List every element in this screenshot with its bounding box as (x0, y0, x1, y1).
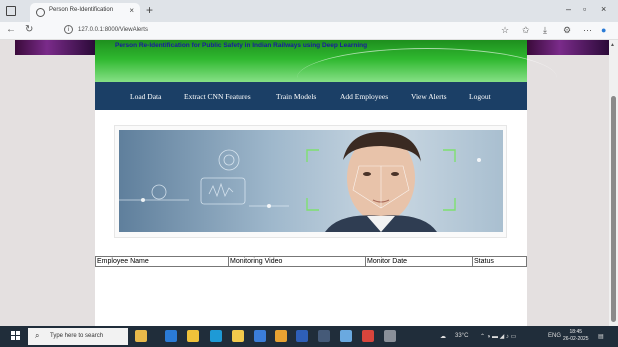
banner-frame (114, 125, 507, 238)
close-window-button[interactable]: × (601, 4, 606, 14)
weather-icon[interactable]: ☁ (440, 333, 446, 340)
back-icon[interactable]: ← (6, 24, 16, 35)
globe-icon (36, 8, 45, 17)
task-view-icon[interactable] (165, 330, 177, 342)
tray-icons[interactable]: ⌃ ◑ ▬ ◢ ♪ ▭ (480, 333, 516, 340)
table-header-row: Employee Name Monitoring Video Monitor D… (95, 256, 527, 267)
address-bar-row: ← ↻ i 127.0.0.1:8000/ViewAlerts ☆ ✩ ⤓ ⚙ … (0, 22, 618, 40)
info-icon[interactable]: i (64, 25, 73, 34)
cmd-icon[interactable] (384, 330, 396, 342)
main-container: Person Re-Identification for Public Safe… (95, 40, 557, 326)
store-icon[interactable] (254, 330, 266, 342)
tab-title: Person Re-Identification (49, 7, 114, 13)
folder-icon[interactable] (232, 330, 244, 342)
more-icon[interactable]: ⋯ (583, 25, 592, 36)
favorite-icon[interactable]: ☆ (501, 25, 509, 36)
app-icon[interactable] (362, 330, 374, 342)
url-field[interactable]: 127.0.0.1:8000/ViewAlerts (78, 27, 148, 33)
browser-tab-bar: Person Re-Identification × + – ▫ × (0, 0, 618, 22)
nav-view-alerts[interactable]: View Alerts (411, 92, 447, 101)
col-status: Status (472, 256, 527, 267)
site-title: Person Re-Identification for Public Safe… (115, 42, 368, 49)
minimize-button[interactable]: – (566, 4, 571, 14)
collections-icon[interactable]: ✩ (522, 25, 530, 36)
tab-actions-icon[interactable] (6, 6, 16, 16)
col-employee-name: Employee Name (95, 256, 229, 267)
terminal-icon[interactable] (318, 330, 330, 342)
nav-add-employees[interactable]: Add Employees (340, 92, 388, 101)
alerts-table: Employee Name Monitoring Video Monitor D… (95, 256, 527, 267)
clock[interactable]: 18:45 26-02-2025 (563, 329, 589, 343)
edge-icon[interactable]: ● (601, 25, 606, 35)
word-icon[interactable] (296, 330, 308, 342)
extensions-icon[interactable]: ⚙ (563, 25, 571, 36)
taskbar: ⌕ Type here to search ☁ 33°C ⌃ ◑ ▬ ◢ ♪ ▭… (0, 326, 618, 347)
clock-date: 26-02-2025 (563, 336, 589, 342)
screen: Person Re-Identification × + – ▫ × ← ↻ i… (0, 0, 618, 347)
cortana-app-icon[interactable] (135, 330, 147, 342)
nav-extract-cnn-features[interactable]: Extract CNN Features (184, 92, 251, 101)
taskbar-search[interactable]: ⌕ Type here to search (28, 328, 128, 345)
new-tab-button[interactable]: + (146, 3, 153, 17)
language-indicator[interactable]: ENG (548, 333, 561, 339)
col-monitoring-video: Monitoring Video (228, 256, 366, 267)
close-tab-icon[interactable]: × (129, 6, 134, 15)
search-placeholder: Type here to search (50, 333, 104, 339)
site-header: Person Re-Identification for Public Safe… (95, 40, 557, 82)
col-monitor-date: Monitor Date (365, 256, 473, 267)
downloads-icon[interactable]: ⤓ (543, 25, 547, 36)
face-recognition-banner (119, 130, 503, 232)
right-decoration (527, 40, 609, 55)
notifications-icon[interactable]: ▤ (598, 333, 604, 340)
edge-taskbar-icon[interactable] (210, 330, 222, 342)
python-icon[interactable] (340, 330, 352, 342)
refresh-icon[interactable]: ↻ (25, 24, 33, 35)
browser-tab[interactable]: Person Re-Identification × (30, 3, 140, 22)
windows-start-icon[interactable] (11, 331, 21, 341)
clock-time: 18:45 (569, 329, 583, 335)
nav-train-models[interactable]: Train Models (276, 92, 316, 101)
scroll-thumb[interactable] (611, 96, 616, 322)
page-viewport: Person Re-Identification for Public Safe… (0, 40, 609, 326)
search-icon: ⌕ (35, 331, 40, 340)
nav-load-data[interactable]: Load Data (130, 92, 161, 101)
main-nav: Load Data Extract CNN Features Train Mod… (95, 82, 527, 110)
scroll-up-icon[interactable]: ▲ (610, 42, 615, 48)
chrome-icon[interactable] (275, 330, 287, 342)
left-decoration (15, 40, 95, 55)
weather-temp[interactable]: 33°C (455, 333, 468, 339)
maximize-button[interactable]: ▫ (583, 4, 586, 14)
page-scrollbar[interactable]: ▲ (609, 40, 618, 326)
file-explorer-icon[interactable] (187, 330, 199, 342)
nav-logout[interactable]: Logout (469, 92, 491, 101)
